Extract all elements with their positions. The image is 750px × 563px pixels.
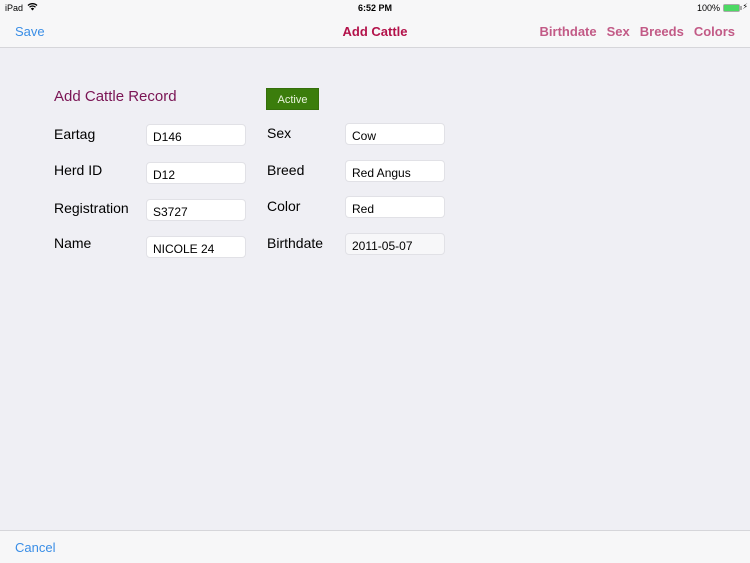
- birthdate-button[interactable]: Birthdate: [540, 24, 597, 39]
- active-toggle-button[interactable]: Active: [266, 88, 319, 110]
- registration-label: Registration: [54, 200, 129, 216]
- colors-button[interactable]: Colors: [694, 24, 735, 39]
- sex-field[interactable]: Cow: [345, 123, 445, 145]
- eartag-field[interactable]: D146: [146, 124, 246, 146]
- sex-button[interactable]: Sex: [607, 24, 630, 39]
- cancel-button[interactable]: Cancel: [15, 540, 55, 555]
- eartag-label: Eartag: [54, 126, 96, 142]
- status-bar: iPad 6:52 PM 100% ⚡: [0, 0, 750, 15]
- battery-percent: 100%: [696, 3, 720, 13]
- name-label: Name: [54, 235, 92, 251]
- battery-icon: [723, 4, 740, 12]
- breeds-button[interactable]: Breeds: [640, 24, 684, 39]
- bottom-toolbar: Cancel: [0, 530, 750, 563]
- clock: 6:52 PM: [357, 3, 392, 13]
- save-button[interactable]: Save: [15, 24, 45, 39]
- color-field[interactable]: Red: [345, 196, 445, 218]
- name-field[interactable]: NICOLE 24: [146, 236, 246, 258]
- nav-right-buttons: Birthdate Sex Breeds Colors: [540, 24, 735, 39]
- breed-label: Breed: [267, 162, 305, 178]
- form-title: Add Cattle Record: [54, 88, 177, 105]
- herd-id-field[interactable]: D12: [146, 162, 246, 184]
- birthdate-field[interactable]: 2011-05-07: [345, 233, 445, 255]
- navigation-bar: Save Add Cattle Birthdate Sex Breeds Col…: [0, 15, 750, 48]
- registration-field[interactable]: S3727: [146, 199, 246, 221]
- birthdate-label: Birthdate: [267, 235, 324, 251]
- charging-bolt-icon: ⚡: [742, 2, 748, 11]
- breed-field[interactable]: Red Angus: [345, 160, 445, 182]
- color-label: Color: [267, 198, 301, 214]
- herd-id-label: Herd ID: [54, 162, 103, 178]
- sex-label: Sex: [267, 125, 292, 141]
